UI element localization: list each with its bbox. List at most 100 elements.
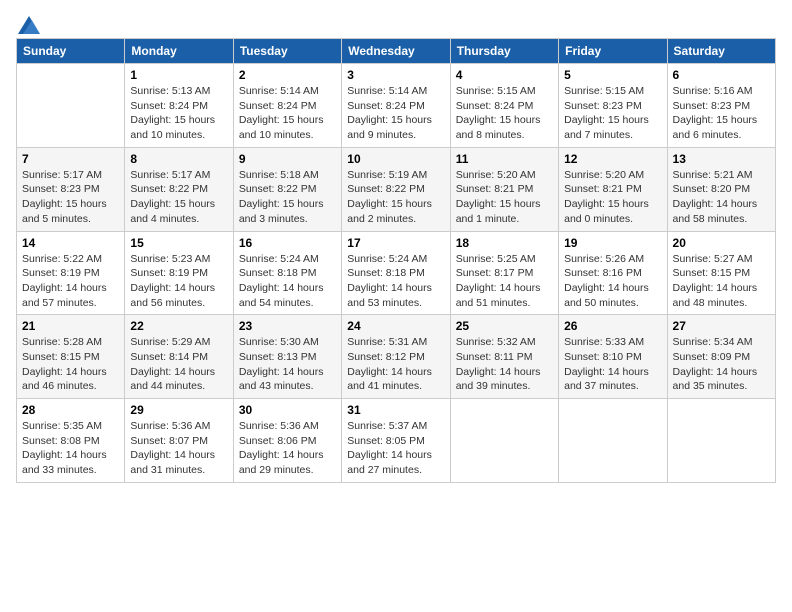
day-number: 16 [239,236,336,250]
day-info: Sunrise: 5:22 AM Sunset: 8:19 PM Dayligh… [22,252,119,311]
day-info: Sunrise: 5:16 AM Sunset: 8:23 PM Dayligh… [673,84,770,143]
calendar-cell: 13 Sunrise: 5:21 AM Sunset: 8:20 PM Dayli… [667,147,775,231]
calendar-cell: 10 Sunrise: 5:19 AM Sunset: 8:22 PM Dayli… [342,147,450,231]
calendar-table: SundayMondayTuesdayWednesdayThursdayFrid… [16,38,776,483]
day-info: Sunrise: 5:14 AM Sunset: 8:24 PM Dayligh… [347,84,444,143]
calendar-cell [17,64,125,148]
calendar-cell: 18 Sunrise: 5:25 AM Sunset: 8:17 PM Dayli… [450,231,558,315]
calendar-cell: 20Sunrise: 5:27 AM Sunset: 8:15 PM Dayli… [667,231,775,315]
calendar-week-row: 21 Sunrise: 5:28 AM Sunset: 8:15 PM Dayli… [17,315,776,399]
day-number: 1 [130,68,227,82]
day-number: 31 [347,403,444,417]
day-number: 7 [22,152,119,166]
day-info: Sunrise: 5:24 AM Sunset: 8:18 PM Dayligh… [347,252,444,311]
day-info: Sunrise: 5:31 AM Sunset: 8:12 PM Dayligh… [347,335,444,394]
weekday-header: Wednesday [342,39,450,64]
day-number: 10 [347,152,444,166]
day-info: Sunrise: 5:26 AM Sunset: 8:16 PM Dayligh… [564,252,661,311]
weekday-header: Sunday [17,39,125,64]
calendar-week-row: 14 Sunrise: 5:22 AM Sunset: 8:19 PM Dayli… [17,231,776,315]
logo [16,16,40,30]
day-number: 3 [347,68,444,82]
day-number: 21 [22,319,119,333]
calendar-cell [559,399,667,483]
calendar-week-row: 28Sunrise: 5:35 AM Sunset: 8:08 PM Dayli… [17,399,776,483]
calendar-cell: 24 Sunrise: 5:31 AM Sunset: 8:12 PM Dayli… [342,315,450,399]
day-info: Sunrise: 5:29 AM Sunset: 8:14 PM Dayligh… [130,335,227,394]
calendar-cell: 1 Sunrise: 5:13 AM Sunset: 8:24 PM Daylig… [125,64,233,148]
day-number: 24 [347,319,444,333]
calendar-cell: 27 Sunrise: 5:34 AM Sunset: 8:09 PM Dayli… [667,315,775,399]
calendar-cell: 11 Sunrise: 5:20 AM Sunset: 8:21 PM Dayli… [450,147,558,231]
day-number: 12 [564,152,661,166]
day-number: 15 [130,236,227,250]
day-number: 17 [347,236,444,250]
day-number: 30 [239,403,336,417]
day-info: Sunrise: 5:21 AM Sunset: 8:20 PM Dayligh… [673,168,770,227]
calendar-cell: 26 Sunrise: 5:33 AM Sunset: 8:10 PM Dayli… [559,315,667,399]
weekday-header: Saturday [667,39,775,64]
day-number: 26 [564,319,661,333]
calendar-cell: 28Sunrise: 5:35 AM Sunset: 8:08 PM Dayli… [17,399,125,483]
day-info: Sunrise: 5:28 AM Sunset: 8:15 PM Dayligh… [22,335,119,394]
calendar-cell: 17 Sunrise: 5:24 AM Sunset: 8:18 PM Dayli… [342,231,450,315]
day-number: 8 [130,152,227,166]
calendar-cell: 16Sunrise: 5:24 AM Sunset: 8:18 PM Dayli… [233,231,341,315]
day-info: Sunrise: 5:36 AM Sunset: 8:07 PM Dayligh… [130,419,227,478]
calendar-cell: 30Sunrise: 5:36 AM Sunset: 8:06 PM Dayli… [233,399,341,483]
page-header [16,16,776,30]
day-info: Sunrise: 5:17 AM Sunset: 8:22 PM Dayligh… [130,168,227,227]
calendar-cell: 8 Sunrise: 5:17 AM Sunset: 8:22 PM Daylig… [125,147,233,231]
calendar-cell [450,399,558,483]
calendar-cell: 25Sunrise: 5:32 AM Sunset: 8:11 PM Dayli… [450,315,558,399]
calendar-cell: 9 Sunrise: 5:18 AM Sunset: 8:22 PM Daylig… [233,147,341,231]
weekday-header: Tuesday [233,39,341,64]
calendar-cell: 22 Sunrise: 5:29 AM Sunset: 8:14 PM Dayli… [125,315,233,399]
calendar-cell: 4Sunrise: 5:15 AM Sunset: 8:24 PM Daylig… [450,64,558,148]
calendar-cell: 19 Sunrise: 5:26 AM Sunset: 8:16 PM Dayli… [559,231,667,315]
calendar-cell: 5 Sunrise: 5:15 AM Sunset: 8:23 PM Daylig… [559,64,667,148]
day-number: 18 [456,236,553,250]
day-number: 28 [22,403,119,417]
calendar-cell: 7 Sunrise: 5:17 AM Sunset: 8:23 PM Daylig… [17,147,125,231]
day-info: Sunrise: 5:20 AM Sunset: 8:21 PM Dayligh… [456,168,553,227]
day-number: 6 [673,68,770,82]
calendar-cell: 14 Sunrise: 5:22 AM Sunset: 8:19 PM Dayli… [17,231,125,315]
calendar-week-row: 7 Sunrise: 5:17 AM Sunset: 8:23 PM Daylig… [17,147,776,231]
calendar-cell: 23Sunrise: 5:30 AM Sunset: 8:13 PM Dayli… [233,315,341,399]
day-number: 19 [564,236,661,250]
weekday-header: Monday [125,39,233,64]
day-info: Sunrise: 5:14 AM Sunset: 8:24 PM Dayligh… [239,84,336,143]
day-info: Sunrise: 5:34 AM Sunset: 8:09 PM Dayligh… [673,335,770,394]
day-number: 5 [564,68,661,82]
day-number: 14 [22,236,119,250]
logo-icon [18,16,40,34]
day-info: Sunrise: 5:33 AM Sunset: 8:10 PM Dayligh… [564,335,661,394]
day-number: 2 [239,68,336,82]
day-number: 9 [239,152,336,166]
day-info: Sunrise: 5:23 AM Sunset: 8:19 PM Dayligh… [130,252,227,311]
day-info: Sunrise: 5:13 AM Sunset: 8:24 PM Dayligh… [130,84,227,143]
calendar-cell [667,399,775,483]
day-info: Sunrise: 5:18 AM Sunset: 8:22 PM Dayligh… [239,168,336,227]
calendar-cell: 31 Sunrise: 5:37 AM Sunset: 8:05 PM Dayli… [342,399,450,483]
day-number: 27 [673,319,770,333]
calendar-cell: 12Sunrise: 5:20 AM Sunset: 8:21 PM Dayli… [559,147,667,231]
day-info: Sunrise: 5:37 AM Sunset: 8:05 PM Dayligh… [347,419,444,478]
day-info: Sunrise: 5:27 AM Sunset: 8:15 PM Dayligh… [673,252,770,311]
day-number: 22 [130,319,227,333]
day-number: 11 [456,152,553,166]
day-info: Sunrise: 5:15 AM Sunset: 8:23 PM Dayligh… [564,84,661,143]
day-info: Sunrise: 5:19 AM Sunset: 8:22 PM Dayligh… [347,168,444,227]
weekday-header: Friday [559,39,667,64]
day-info: Sunrise: 5:30 AM Sunset: 8:13 PM Dayligh… [239,335,336,394]
day-number: 13 [673,152,770,166]
day-info: Sunrise: 5:25 AM Sunset: 8:17 PM Dayligh… [456,252,553,311]
calendar-cell: 2 Sunrise: 5:14 AM Sunset: 8:24 PM Daylig… [233,64,341,148]
weekday-header: Thursday [450,39,558,64]
day-info: Sunrise: 5:17 AM Sunset: 8:23 PM Dayligh… [22,168,119,227]
calendar-header-row: SundayMondayTuesdayWednesdayThursdayFrid… [17,39,776,64]
day-number: 29 [130,403,227,417]
day-number: 4 [456,68,553,82]
calendar-cell: 29 Sunrise: 5:36 AM Sunset: 8:07 PM Dayli… [125,399,233,483]
